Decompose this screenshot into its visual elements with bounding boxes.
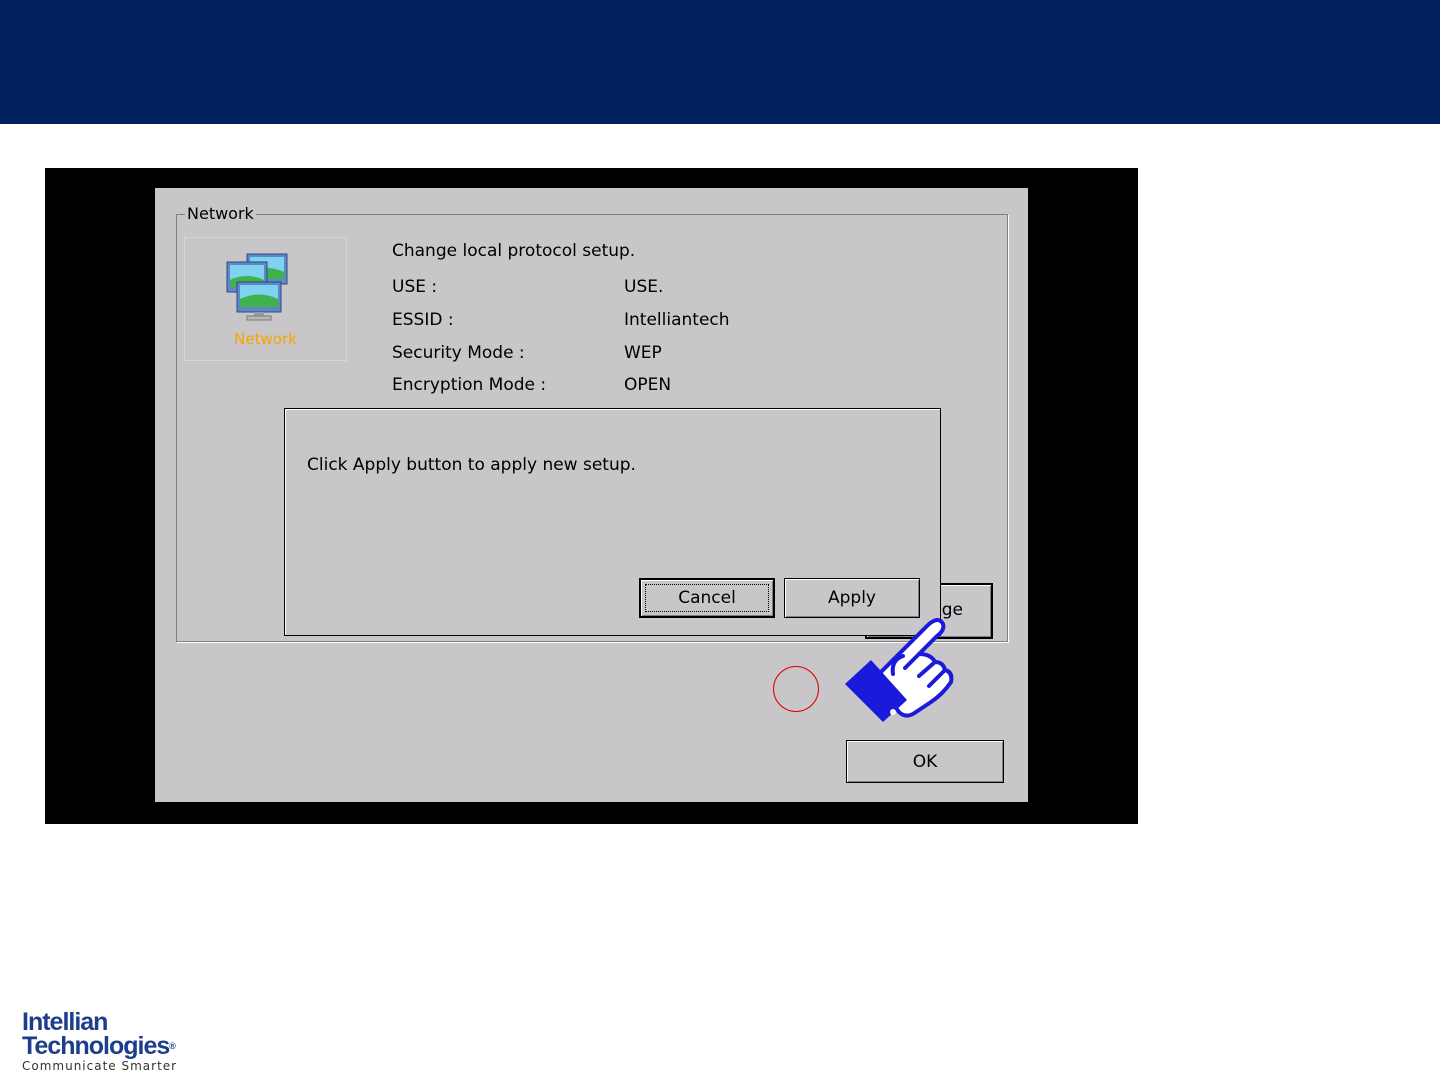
screen-frame: Network Network Change local protocol se…: [45, 168, 1138, 824]
logo-line2: Technologies: [22, 1032, 170, 1060]
encryption-mode-label: Encryption Mode :: [392, 375, 547, 395]
device-screen: Network Network Change local protocol se…: [155, 188, 1028, 802]
groupbox-title: Network: [185, 204, 256, 223]
intellian-logo: Intellian Technologies® Communicate Smar…: [22, 1010, 222, 1074]
logo-line1: Intellian: [22, 1008, 108, 1036]
security-mode-label: Security Mode :: [392, 343, 525, 363]
network-icon-label: Network: [234, 330, 297, 348]
use-label: USE :: [392, 277, 438, 297]
logo-tagline: Communicate Smarter: [22, 1059, 178, 1073]
network-icon-panel[interactable]: Network: [184, 237, 347, 361]
dialog-message: Click Apply button to apply new setup.: [307, 455, 636, 475]
essid-label: ESSID :: [392, 310, 454, 330]
use-value: USE.: [624, 277, 664, 297]
top-banner: [0, 0, 1440, 124]
ok-button[interactable]: OK: [846, 740, 1004, 783]
essid-value: Intelliantech: [624, 310, 730, 330]
info-heading: Change local protocol setup.: [392, 241, 636, 261]
cancel-button[interactable]: Cancel: [639, 578, 775, 618]
security-mode-value: WEP: [624, 343, 662, 363]
network-groupbox: Network Network Change local protocol se…: [176, 205, 1008, 642]
encryption-mode-value: OPEN: [624, 375, 672, 395]
highlight-circle: [773, 666, 819, 712]
pointing-hand-icon: [845, 618, 954, 722]
network-computers-icon: [226, 253, 288, 321]
